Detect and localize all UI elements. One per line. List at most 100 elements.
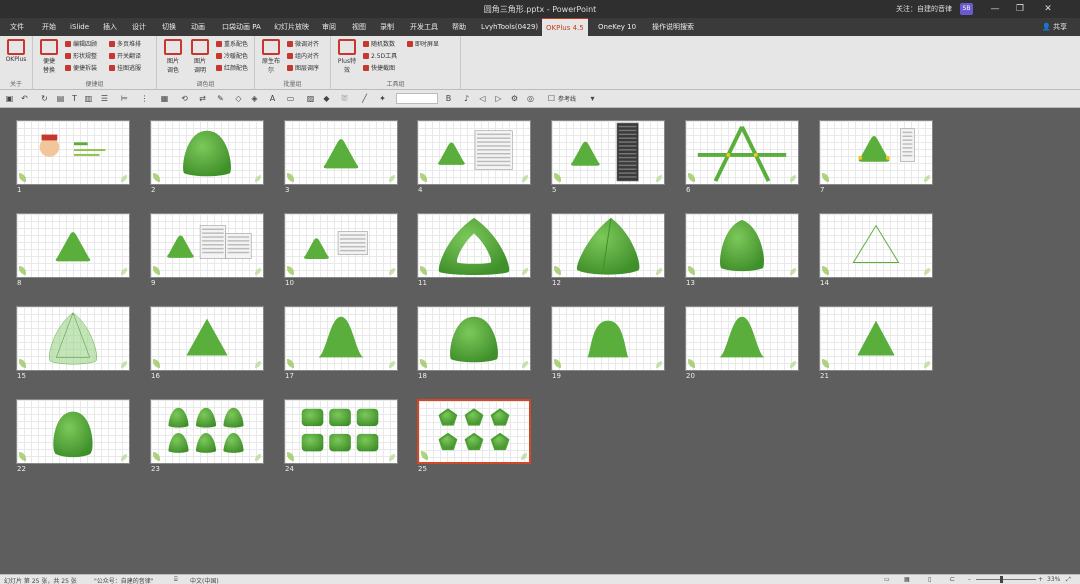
flip-icon[interactable]: ⇄ — [198, 94, 207, 103]
ribbon-small-button[interactable]: 组内对齐 — [287, 52, 319, 62]
format-icon[interactable]: ▤ — [56, 94, 65, 103]
ribbon-small-button[interactable]: 便捷拆装 — [65, 64, 97, 74]
restore-button[interactable]: ❐ — [1012, 2, 1028, 16]
ribbon-small-button[interactable]: 开关翻译 — [109, 52, 141, 62]
ribbon-big-button-0-0[interactable]: OKPlus — [3, 39, 29, 63]
tab-15[interactable]: OKPlus 4.5 — [542, 18, 588, 36]
guides-checkbox[interactable]: ☐ — [547, 94, 556, 103]
eye-icon[interactable]: ◎ — [526, 94, 535, 103]
tab-6[interactable]: 动画 — [187, 18, 209, 36]
ribbon-small-button[interactable]: 挂图逃服 — [109, 64, 141, 74]
slide-thumbnail[interactable] — [819, 306, 933, 371]
tab-7[interactable]: 口袋动画 PA — [218, 18, 265, 36]
ribbon-small-button[interactable]: 重系配色 — [216, 40, 248, 50]
slide-thumbnail[interactable] — [417, 306, 531, 371]
layout-icon[interactable]: ▥ — [84, 94, 93, 103]
tab-11[interactable]: 录制 — [376, 18, 398, 36]
slide-thumbnail[interactable] — [819, 120, 933, 185]
zoom-thumb[interactable] — [1000, 576, 1003, 583]
redo-icon[interactable]: ↻ — [40, 94, 49, 103]
slide-thumbnail[interactable] — [417, 120, 531, 185]
slide-thumbnail[interactable] — [150, 306, 264, 371]
tab-4[interactable]: 设计 — [128, 18, 150, 36]
zoom-in-button[interactable]: + — [1038, 576, 1043, 583]
slide-thumbnail[interactable] — [284, 213, 398, 278]
slide-thumbnail[interactable] — [284, 306, 398, 371]
distribute-icon[interactable]: ⋮ — [140, 94, 149, 103]
slide-thumbnail[interactable] — [417, 399, 531, 464]
ribbon-small-button[interactable]: 快捷截图 — [363, 64, 395, 74]
slide-thumbnail[interactable] — [284, 399, 398, 464]
save-icon[interactable]: ▣ — [5, 94, 14, 103]
slide-thumbnail[interactable] — [16, 213, 130, 278]
ribbon-small-button[interactable]: 微调对齐 — [287, 40, 319, 50]
ribbon-small-button[interactable]: 即时屏显 — [407, 40, 439, 50]
ribbon-small-button[interactable]: 图层调序 — [287, 64, 319, 74]
ribbon-small-button[interactable]: 编辑四顾 — [65, 40, 97, 50]
outline-icon[interactable]: ▭ — [286, 94, 295, 103]
slide-thumbnail[interactable] — [150, 120, 264, 185]
close-button[interactable]: ✕ — [1040, 2, 1056, 16]
zoom-slider[interactable] — [976, 579, 1036, 580]
slide-thumbnail[interactable] — [16, 306, 130, 371]
text-icon[interactable]: T — [70, 94, 79, 103]
minimize-button[interactable]: — — [987, 2, 1003, 16]
ribbon-big-button-1-0[interactable]: 便捷 替换 — [36, 39, 62, 74]
account-avatar[interactable]: SB — [960, 3, 973, 15]
undo-icon[interactable]: ↶ — [20, 94, 29, 103]
ribbon-small-button[interactable]: 随机数数 — [363, 40, 395, 50]
ribbon-big-button-2-1[interactable]: 图片 调明 — [187, 39, 213, 74]
slide-thumbnail[interactable] — [16, 399, 130, 464]
tab-17[interactable]: 操作说明搜索 — [648, 18, 698, 36]
shape-fill-icon[interactable]: ◆ — [322, 94, 331, 103]
ribbon-big-button-4-0[interactable]: Plus特 效 — [334, 39, 360, 74]
settings-icon[interactable]: ⚙ — [510, 94, 519, 103]
font-color-icon[interactable]: A — [268, 94, 277, 103]
tab-1[interactable]: 开始 — [38, 18, 60, 36]
effect-icon[interactable]: ✦ — [378, 94, 387, 103]
ribbon-small-button[interactable]: 多页堆排 — [109, 40, 141, 50]
slideshow-icon[interactable]: ⊏ — [950, 576, 955, 583]
ribbon-small-button[interactable]: 冷暖配色 — [216, 52, 248, 62]
paint-icon[interactable]: ⛆ — [340, 94, 349, 103]
tab-16[interactable]: OneKey 10 — [594, 18, 640, 36]
normal-view-icon[interactable]: ▭ — [884, 576, 890, 583]
spellcheck-icon[interactable]: ⌸ — [174, 576, 178, 584]
ribbon-small-button[interactable]: 形状规整 — [65, 52, 97, 62]
fill-icon[interactable]: ◈ — [250, 94, 259, 103]
tab-9[interactable]: 审阅 — [318, 18, 340, 36]
fit-icon[interactable]: ⤢ — [1066, 576, 1071, 584]
ribbon-small-button[interactable]: 红颜配色 — [216, 64, 248, 74]
slide-thumbnail[interactable] — [685, 213, 799, 278]
brush-icon[interactable]: ✎ — [216, 94, 225, 103]
align2-icon[interactable]: ⊨ — [120, 94, 129, 103]
font-size-box[interactable] — [396, 93, 438, 104]
slide-thumbnail[interactable] — [150, 213, 264, 278]
slide-thumbnail[interactable] — [417, 213, 531, 278]
tab-13[interactable]: 帮助 — [448, 18, 470, 36]
slide-thumbnail[interactable] — [16, 120, 130, 185]
volume-icon[interactable]: ◁ — [478, 94, 487, 103]
slide-thumbnail[interactable] — [551, 213, 665, 278]
align-icon[interactable]: ☰ — [100, 94, 109, 103]
play-icon[interactable]: ▷ — [494, 94, 503, 103]
zoom-out-button[interactable]: – — [968, 576, 971, 583]
shape-icon[interactable]: ◇ — [234, 94, 243, 103]
group-icon[interactable]: ▦ — [160, 94, 169, 103]
slide-thumbnail[interactable] — [551, 120, 665, 185]
ribbon-big-button-3-0[interactable]: 原生布 尔 — [258, 39, 284, 74]
tab-2[interactable]: iSlide — [66, 18, 93, 36]
tab-10[interactable]: 视图 — [348, 18, 370, 36]
slide-thumbnail[interactable] — [685, 120, 799, 185]
audio-icon[interactable]: ♪ — [462, 94, 471, 103]
slide-thumbnail[interactable] — [284, 120, 398, 185]
tab-5[interactable]: 切换 — [158, 18, 180, 36]
slide-thumbnail[interactable] — [819, 213, 933, 278]
rotate-icon[interactable]: ⟲ — [180, 94, 189, 103]
slide-thumbnail[interactable] — [150, 399, 264, 464]
reading-view-icon[interactable]: ▯ — [928, 576, 931, 583]
tab-14[interactable]: LvyhTools(0429) — [477, 18, 542, 36]
account-name[interactable]: 关注：自建的音律 — [896, 4, 952, 14]
slide-thumbnail[interactable] — [685, 306, 799, 371]
picture-icon[interactable]: ▨ — [306, 94, 315, 103]
